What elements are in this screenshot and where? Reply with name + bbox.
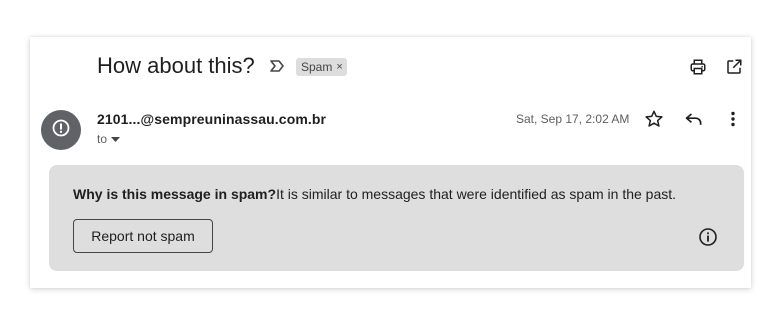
remove-label-button[interactable]: × xyxy=(336,61,342,73)
reply-icon[interactable] xyxy=(684,109,704,134)
sender-avatar[interactable] xyxy=(41,110,81,150)
report-not-spam-button[interactable]: Report not spam xyxy=(73,219,213,253)
to-label: to xyxy=(97,132,108,146)
recipient-details-toggle[interactable]: to xyxy=(97,132,121,146)
spam-label-text: Spam xyxy=(301,60,333,74)
spam-question: Why is this message in spam? xyxy=(73,186,277,202)
email-card: How about this? Spam × 2101...@sempreuni… xyxy=(30,37,751,288)
open-in-new-window-icon[interactable] xyxy=(725,58,743,81)
sender-address[interactable]: 2101...@sempreuninassau.com.br xyxy=(97,111,326,127)
email-subject: How about this? xyxy=(97,53,255,78)
caret-down-icon xyxy=(111,132,121,146)
spam-warning-banner: Why is this message in spam?It is simila… xyxy=(49,165,744,271)
spam-explanation: It is similar to messages that were iden… xyxy=(276,186,677,202)
star-icon[interactable] xyxy=(644,109,664,134)
spam-label-chip: Spam × xyxy=(296,58,347,76)
info-icon[interactable] xyxy=(698,227,718,252)
spam-reason-text: Why is this message in spam?It is simila… xyxy=(73,186,676,202)
message-date: Sat, Sep 17, 2:02 AM xyxy=(516,112,630,126)
important-marker-icon[interactable] xyxy=(269,59,285,78)
more-vert-icon[interactable] xyxy=(723,109,743,134)
print-icon[interactable] xyxy=(689,58,707,81)
alert-circle-icon xyxy=(51,118,71,143)
